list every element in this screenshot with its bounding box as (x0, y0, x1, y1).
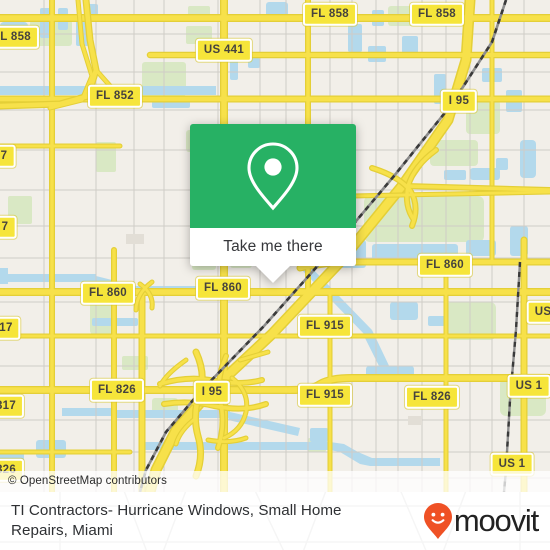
road-shield: I 95 (440, 89, 478, 113)
map-screenshot: FL 858 FL 858 FL 858 US 441 FL 852 I 95 7 7 FL 8… (0, 0, 550, 550)
moovit-smiley-pin-icon (423, 503, 452, 539)
road-shield: US 441 (195, 38, 253, 62)
road-shield: FL 858 (302, 2, 358, 26)
popup-pointer-tail (256, 266, 290, 283)
popup-header (190, 124, 356, 228)
map-pin-icon (247, 142, 299, 211)
road-shield: FL 915 (297, 314, 353, 338)
road-shield: US (526, 300, 550, 324)
road-shield: FL 860 (80, 281, 136, 305)
road-shield: FL 852 (87, 84, 143, 108)
map-attribution[interactable]: © OpenStreetMap contributors (0, 471, 550, 492)
moovit-logo[interactable]: moovit (423, 503, 539, 539)
place-title: TI Contractors- Hurricane Windows, Small… (11, 502, 342, 539)
road-shield: I 95 (193, 380, 231, 404)
road-shield: 7 (0, 144, 16, 168)
road-shield: 17 (0, 316, 21, 340)
footer-bar: TI Contractors- Hurricane Windows, Small… (0, 492, 550, 550)
road-shield: US 1 (507, 374, 550, 398)
road-shield: FL 858 (0, 25, 40, 49)
road-shield: FL 915 (297, 383, 353, 407)
road-shield: FL 826 (89, 378, 145, 402)
moovit-wordmark: moovit (453, 503, 539, 538)
road-shield: 7 (0, 215, 17, 239)
road-shield: FL 826 (404, 385, 460, 409)
road-shield: 317 (0, 394, 25, 418)
road-shield: FL 860 (195, 276, 251, 300)
road-shield: FL 860 (417, 253, 473, 277)
road-shield: FL 858 (409, 2, 465, 26)
place-popup-card[interactable]: Take me there (190, 124, 356, 283)
take-me-there-button[interactable]: Take me there (190, 228, 356, 266)
map-canvas[interactable]: FL 858 FL 858 FL 858 US 441 FL 852 I 95 7 7 FL 8… (0, 0, 550, 492)
